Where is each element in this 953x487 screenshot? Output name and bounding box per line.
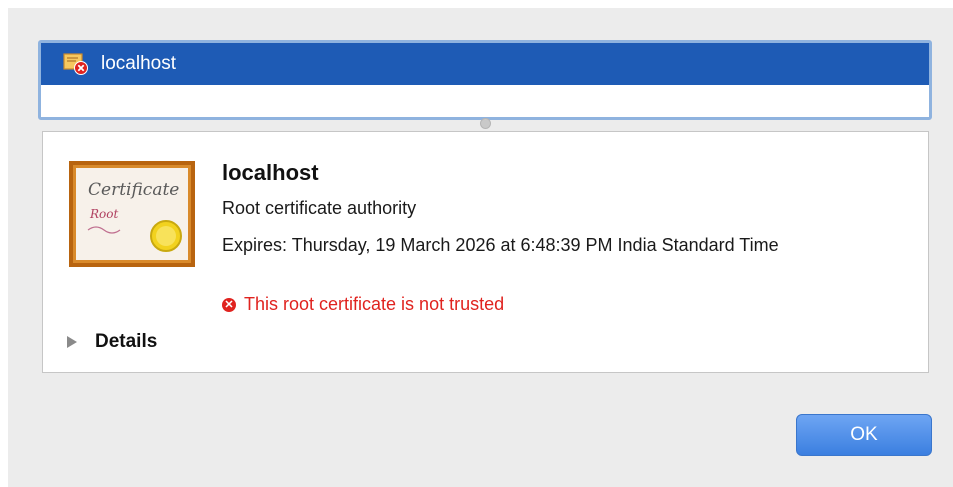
certificate-dialog: localhost Certificate Root localhost Roo… <box>8 8 953 487</box>
trust-status: ✕ This root certificate is not trusted <box>222 294 504 315</box>
certificate-detail-panel: Certificate Root localhost Root certific… <box>42 131 929 373</box>
root-certificate-image: Certificate Root <box>68 160 196 268</box>
certificate-list-item-label: localhost <box>101 53 176 74</box>
certificate-expiry: Expires: Thursday, 19 March 2026 at 6:48… <box>222 235 779 255</box>
ok-button[interactable]: OK <box>796 414 932 456</box>
trust-status-text: This root certificate is not trusted <box>244 294 505 314</box>
disclosure-triangle-icon[interactable] <box>67 336 77 348</box>
certificate-script-text: Certificate <box>88 180 179 200</box>
certificate-list[interactable]: localhost <box>38 40 932 120</box>
certificate-list-item[interactable]: localhost <box>41 43 929 85</box>
split-view-handle[interactable] <box>480 118 491 129</box>
details-disclosure[interactable]: Details <box>67 331 157 353</box>
error-circle-icon: ✕ <box>222 297 236 312</box>
details-label: Details <box>95 331 158 352</box>
certificate-name: localhost <box>222 160 319 185</box>
certificate-type: Root certificate authority <box>222 198 417 218</box>
certificate-error-icon <box>63 53 89 75</box>
certificate-sub-text: Root <box>89 207 118 221</box>
